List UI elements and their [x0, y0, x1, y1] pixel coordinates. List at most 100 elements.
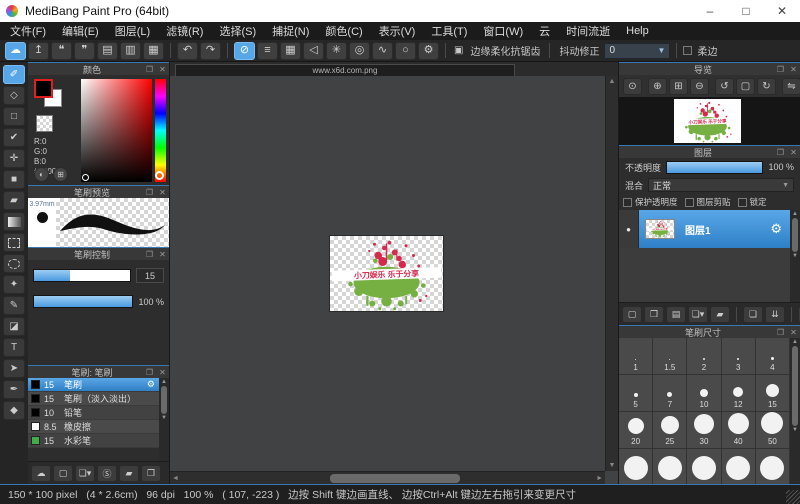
clipping-checkbox[interactable]	[685, 198, 694, 207]
menu-file[interactable]: 文件(F)	[2, 23, 54, 39]
onebit-layer-button[interactable]: ▤	[666, 306, 686, 323]
brush-item[interactable]: 10 铅笔	[28, 406, 159, 420]
chat-button[interactable]: ❝	[51, 42, 72, 60]
close-icon[interactable]: ✕	[787, 328, 800, 337]
menu-view[interactable]: 表示(V)	[371, 23, 424, 39]
brush-size-cell[interactable]	[619, 449, 653, 484]
cloud-button[interactable]: ☁	[5, 42, 26, 60]
scroll-down-icon[interactable]: ▼	[792, 426, 798, 434]
brush-add-menu-button[interactable]: ❏▾	[75, 465, 95, 482]
snap-vanishing-button[interactable]: ◁	[303, 42, 324, 60]
menu-layer[interactable]: 图层(L)	[107, 23, 158, 39]
brush-size-cell[interactable]	[653, 449, 687, 484]
brush-size-cell[interactable]: 7	[653, 375, 687, 412]
layer-row[interactable]: ● 图层1 ⚙	[619, 210, 790, 248]
eyedropper-tool[interactable]: ◆	[3, 401, 25, 420]
brush-size-cell[interactable]: 10	[687, 375, 721, 412]
layer-folder-button[interactable]: ▰	[710, 306, 730, 323]
merge-layer-button[interactable]: ⇊	[765, 306, 785, 323]
add-layer-menu-button[interactable]: ❏▾	[688, 306, 708, 323]
antialias-icon[interactable]: ▣	[452, 45, 465, 56]
close-icon[interactable]: ✕	[787, 65, 800, 74]
close-icon[interactable]: ✕	[787, 148, 800, 157]
close-icon[interactable]: ✕	[156, 188, 169, 197]
popout-icon[interactable]: ❐	[143, 65, 156, 74]
menu-tool[interactable]: 工具(T)	[423, 23, 475, 39]
brush-size-cell[interactable]: 1.5	[653, 338, 687, 375]
scroll-left-icon[interactable]: ◄	[172, 475, 179, 482]
color-set-button[interactable]: ⊞	[53, 167, 68, 182]
select-tool[interactable]	[3, 233, 25, 252]
copy-layer-button[interactable]: ❏	[743, 306, 763, 323]
saturation-cursor[interactable]	[82, 174, 89, 181]
select-pen-tool[interactable]: ✎	[3, 296, 25, 315]
saturation-picker[interactable]	[81, 79, 152, 182]
popout-icon[interactable]: ❐	[774, 65, 787, 74]
brush-size-value[interactable]: 15	[136, 268, 164, 283]
brush-size-slider[interactable]	[33, 269, 131, 282]
brush-new-button[interactable]: ▢	[53, 465, 73, 482]
snap-curve-button[interactable]: ∿	[372, 42, 393, 60]
rotate-right-button[interactable]: ↻	[757, 78, 776, 95]
layer-opacity-slider[interactable]	[666, 161, 763, 174]
brush-list-scrollbar[interactable]: ▲ ▼	[159, 378, 169, 461]
menu-snap[interactable]: 捕捉(N)	[264, 23, 317, 39]
menu-color[interactable]: 颜色(C)	[317, 23, 370, 39]
fit-screen-button[interactable]: ⊞	[669, 78, 688, 95]
figure-tool[interactable]: □	[3, 107, 25, 126]
magic-wand-tool[interactable]: ✦	[3, 275, 25, 294]
scroll-up-icon[interactable]: ▲	[792, 210, 798, 218]
canvas-viewport[interactable]: ▲ ▼ ◄ ►	[170, 76, 618, 484]
transparent-color-swatch[interactable]	[36, 115, 53, 132]
close-icon[interactable]: ✕	[156, 368, 169, 377]
lock-checkbox[interactable]	[738, 198, 747, 207]
menu-filter[interactable]: 滤镜(R)	[158, 23, 211, 39]
share-button[interactable]: ↥	[28, 42, 49, 60]
snap-ellipse-button[interactable]: ○	[395, 42, 416, 60]
flip-view-button[interactable]: ⇋	[782, 78, 800, 95]
brush-upload-button[interactable]: ☁	[31, 465, 51, 482]
brush-item[interactable]: 15 笔刷（淡入淡出）	[28, 392, 159, 406]
blend-mode-dropdown[interactable]: 正常 ▼	[648, 178, 794, 192]
navigator-thumbnail[interactable]	[674, 99, 741, 143]
close-button[interactable]: ✕	[764, 0, 800, 22]
fill-figure-tool[interactable]: ■	[3, 170, 25, 189]
brush-item[interactable]: 15 笔刷 ⚙	[28, 378, 159, 392]
brush-opacity-slider[interactable]	[33, 295, 133, 308]
select-eraser-tool[interactable]: ◪	[3, 317, 25, 336]
scrollbar-thumb[interactable]	[330, 474, 460, 483]
comment-button[interactable]: ❞	[74, 42, 95, 60]
brush-tool[interactable]: ✐	[3, 65, 25, 84]
move-tool[interactable]: ✛	[3, 149, 25, 168]
scroll-right-icon[interactable]: ►	[596, 475, 603, 482]
brush-size-cell[interactable]: 2	[687, 338, 721, 375]
brush-size-cell[interactable]: 15	[756, 375, 790, 412]
soft-edge-checkbox[interactable]	[683, 46, 692, 55]
lasso-tool[interactable]	[3, 254, 25, 273]
pen-tool[interactable]: ✒	[3, 380, 25, 399]
protect-alpha-checkbox[interactable]	[623, 198, 632, 207]
stabilizer-dropdown[interactable]: 0 ▼	[604, 43, 670, 59]
snap-off-button[interactable]: ⊘	[234, 42, 255, 60]
brush-size-cell[interactable]: 40	[722, 412, 756, 449]
redo-button[interactable]: ↷	[200, 42, 221, 60]
canvas-vertical-scrollbar[interactable]: ▲ ▼	[605, 76, 618, 471]
maximize-button[interactable]: □	[728, 0, 764, 22]
canvas-image[interactable]	[330, 236, 443, 311]
scroll-down-icon[interactable]: ▼	[792, 252, 798, 260]
popout-icon[interactable]: ❐	[143, 368, 156, 377]
layer-visibility-toggle[interactable]: ●	[619, 210, 639, 248]
bucket-tool[interactable]: ▰	[3, 191, 25, 210]
rotate-reset-button[interactable]: ▢	[736, 78, 755, 95]
polyline-tool[interactable]: ✔	[3, 128, 25, 147]
scroll-up-icon[interactable]: ▲	[609, 78, 616, 85]
menu-window[interactable]: 窗口(W)	[475, 23, 531, 39]
foreground-color-swatch[interactable]	[34, 79, 53, 98]
brush-size-cell[interactable]: 4	[756, 338, 790, 375]
brush-size-cell[interactable]: 30	[687, 412, 721, 449]
gradient-tool[interactable]	[3, 212, 25, 231]
brush-item[interactable]: 8.5 橡皮擦	[28, 420, 159, 434]
duplicate-layer-button[interactable]: ❐	[644, 306, 664, 323]
canvas-horizontal-scrollbar[interactable]: ◄ ►	[170, 471, 605, 484]
operation-tool[interactable]: ➤	[3, 359, 25, 378]
